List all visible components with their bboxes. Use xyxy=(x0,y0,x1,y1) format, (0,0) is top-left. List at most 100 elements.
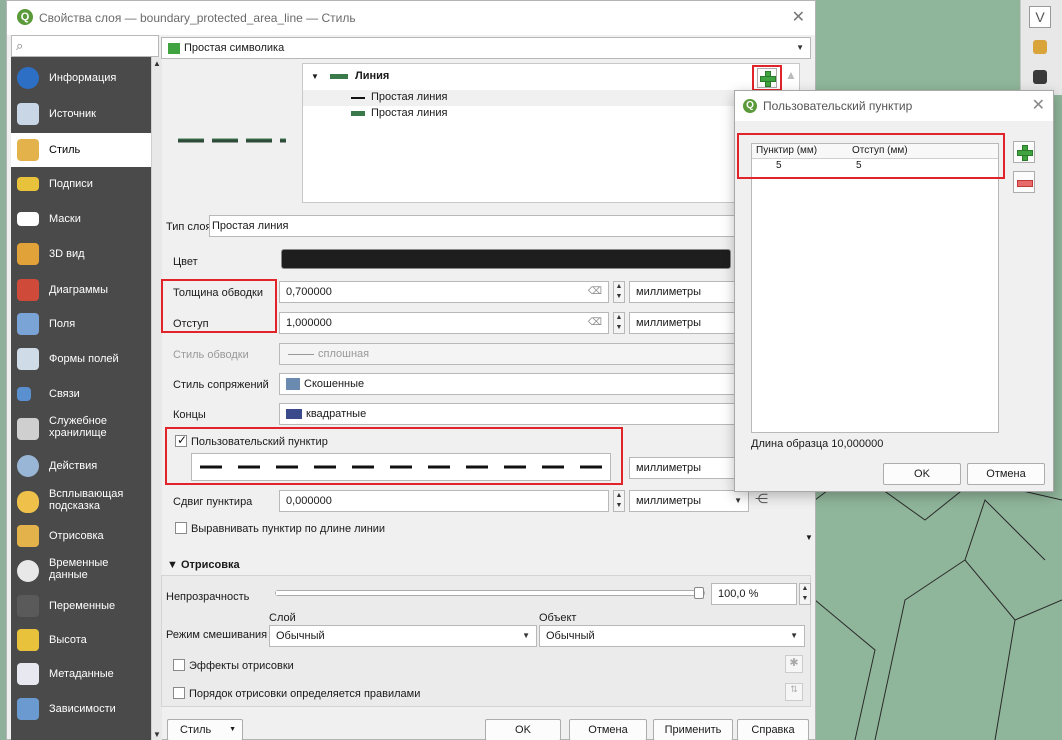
cap-style-combo[interactable]: квадратные xyxy=(279,403,739,425)
layer-blend-header: Слой xyxy=(269,612,296,624)
labels-icon[interactable] xyxy=(1033,70,1047,84)
object-blend-header: Объект xyxy=(539,612,577,624)
offset-label: Отступ xyxy=(173,318,209,330)
diagram-icon xyxy=(17,279,39,301)
offset-spin[interactable]: ▲ ▼ xyxy=(613,312,625,334)
dash-offset-input[interactable]: 0,000000 xyxy=(279,490,609,512)
sidebar-item-auxiliary[interactable]: Служебное хранилище xyxy=(11,412,151,446)
scroll-down-icon[interactable]: ▼ xyxy=(805,533,813,542)
dash-ok-button[interactable]: OK xyxy=(883,463,961,485)
dash-offset-unit[interactable]: миллиметры ▼ xyxy=(629,490,749,512)
sidebar-item-3d[interactable]: 3D вид xyxy=(11,237,151,271)
align-dash-checkbox[interactable] xyxy=(175,522,187,534)
sidebar-item-rendering[interactable]: Отрисовка xyxy=(11,519,151,553)
stroke-style-value: сплошная xyxy=(318,348,370,360)
sidebar-item-masks[interactable]: Маски xyxy=(11,202,151,236)
offset-value: 1,000000 xyxy=(286,317,332,329)
opacity-slider-handle[interactable] xyxy=(694,587,704,599)
join-style-combo[interactable]: Скошенные xyxy=(279,373,739,395)
layer-style-icon[interactable] xyxy=(1033,40,1047,54)
sidebar-item-variables[interactable]: Переменные xyxy=(11,589,151,623)
tree-root-label: Линия xyxy=(355,70,390,82)
sidebar-item-attributes-form[interactable]: Формы полей xyxy=(11,342,151,376)
layer-type-value: Простая линия xyxy=(212,220,289,232)
sidebar-item-label: 3D вид xyxy=(49,248,85,260)
ok-button[interactable]: OK xyxy=(485,719,561,740)
object-blend-combo[interactable]: Обычный ▼ xyxy=(539,625,805,647)
opacity-spin[interactable]: ▲ ▼ xyxy=(799,583,811,605)
dash-dialog-title: Пользовательский пунктир xyxy=(763,99,913,113)
dash-cancel-button[interactable]: Отмена xyxy=(967,463,1045,485)
stroke-width-input[interactable]: 0,700000 ⌫ xyxy=(279,281,609,303)
opacity-input[interactable]: 100,0 % xyxy=(711,583,797,605)
opacity-slider[interactable] xyxy=(275,587,705,599)
sidebar-item-maptip[interactable]: Всплывающая подсказка xyxy=(11,485,151,519)
help-button[interactable]: Справка xyxy=(737,719,809,740)
sidebar-item-joins[interactable]: Связи xyxy=(11,377,151,411)
close-icon[interactable]: ✕ xyxy=(792,7,805,27)
align-dash-label: Выравнивать пунктир по длине линии xyxy=(191,523,386,535)
tree-row[interactable]: Простая линия xyxy=(303,106,799,122)
sort-icon[interactable]: ⇅ xyxy=(785,683,803,701)
close-icon[interactable]: ✕ xyxy=(1032,95,1045,115)
stroke-style-combo[interactable]: сплошная xyxy=(279,343,739,365)
sidebar-item-actions[interactable]: Действия xyxy=(11,449,151,483)
layer-type-label: Тип слоя xyxy=(166,221,212,233)
order-by-checkbox[interactable] xyxy=(173,687,185,699)
offset-input[interactable]: 1,000000 ⌫ xyxy=(279,312,609,334)
effects-checkbox[interactable] xyxy=(173,659,185,671)
custom-dash-checkbox[interactable] xyxy=(175,433,187,447)
style-menu-button[interactable]: Стиль ▼ xyxy=(167,719,243,740)
clear-icon[interactable]: ⌫ xyxy=(588,286,602,297)
cancel-button[interactable]: Отмена xyxy=(569,719,647,740)
search-icon: ⌕ xyxy=(16,38,24,53)
search-input[interactable]: ⌕ xyxy=(11,35,159,57)
move-up-icon[interactable]: ▲ xyxy=(785,68,803,88)
sidebar-item-labels[interactable]: Подписи xyxy=(11,167,151,201)
dash-table[interactable]: Пунктир (мм) Отступ (мм) 5 5 xyxy=(751,143,999,433)
sidebar-item-style[interactable]: Стиль xyxy=(11,133,151,167)
sidebar-item-dependencies[interactable]: Зависимости xyxy=(11,692,151,726)
remove-dash-button[interactable] xyxy=(1013,171,1035,193)
filter-icon[interactable]: V xyxy=(1029,6,1051,28)
layer-type-combo[interactable]: Простая линия xyxy=(209,215,739,237)
dash-offset-spin[interactable]: ▲ ▼ xyxy=(613,490,625,512)
clear-icon[interactable]: ⌫ xyxy=(588,317,602,328)
apply-button[interactable]: Применить xyxy=(653,719,733,740)
sidebar-item-label: Временные данные xyxy=(49,557,109,581)
sidebar-item-elevation[interactable]: Высота xyxy=(11,623,151,657)
join-style-label: Стиль сопряжений xyxy=(173,379,269,391)
sidebar-item-temporal[interactable]: Временные данные xyxy=(11,554,151,588)
dash-unit[interactable]: миллиметры xyxy=(629,457,739,479)
tree-row-selected[interactable]: Простая линия xyxy=(303,90,799,106)
sidebar-item-fields[interactable]: Поля xyxy=(11,307,151,341)
unit-value: миллиметры xyxy=(636,317,702,329)
tree-root-row[interactable]: ▼ Линия xyxy=(311,70,389,82)
sidebar-item-info[interactable]: Информация xyxy=(11,61,151,95)
layer-blend-combo[interactable]: Обычный ▼ xyxy=(269,625,537,647)
sidebar-item-metadata[interactable]: Метаданные xyxy=(11,657,151,691)
add-dash-button[interactable] xyxy=(1013,141,1035,163)
sidebar-item-diagrams[interactable]: Диаграммы xyxy=(11,273,151,307)
sidebar-item-source[interactable]: Источник xyxy=(11,97,151,131)
expand-icon[interactable]: ▼ xyxy=(311,72,319,81)
offset-unit[interactable]: миллиметры xyxy=(629,312,739,334)
color-button[interactable] xyxy=(281,249,731,269)
stroke-width-spin[interactable]: ▲ ▼ xyxy=(613,281,625,303)
tree-child-label: Простая линия xyxy=(371,91,448,103)
scroll-down-icon[interactable]: ▼ xyxy=(153,730,161,739)
masks-abc-icon xyxy=(17,212,39,226)
sidebar-item-label: Информация xyxy=(49,72,117,84)
stroke-width-unit[interactable]: миллиметры xyxy=(629,281,739,303)
chevron-down-icon: ▼ xyxy=(790,631,798,640)
window-title: Свойства слоя — boundary_protected_area_… xyxy=(39,11,356,25)
renderer-combo[interactable]: Простая символика ▼ xyxy=(161,37,811,59)
tree-child-label: Простая линия xyxy=(371,107,448,119)
data-defined-override-icon[interactable]: ⋲ xyxy=(755,491,773,509)
scroll-up-icon[interactable]: ▲ xyxy=(153,59,161,68)
effects-icon[interactable]: ✱ xyxy=(785,655,803,673)
rendering-section-header[interactable]: ▼ Отрисовка xyxy=(167,559,240,571)
sidebar-item-label: Маски xyxy=(49,213,81,225)
custom-dash-pattern-button[interactable] xyxy=(191,453,611,481)
add-symbol-layer-button[interactable] xyxy=(757,68,777,88)
